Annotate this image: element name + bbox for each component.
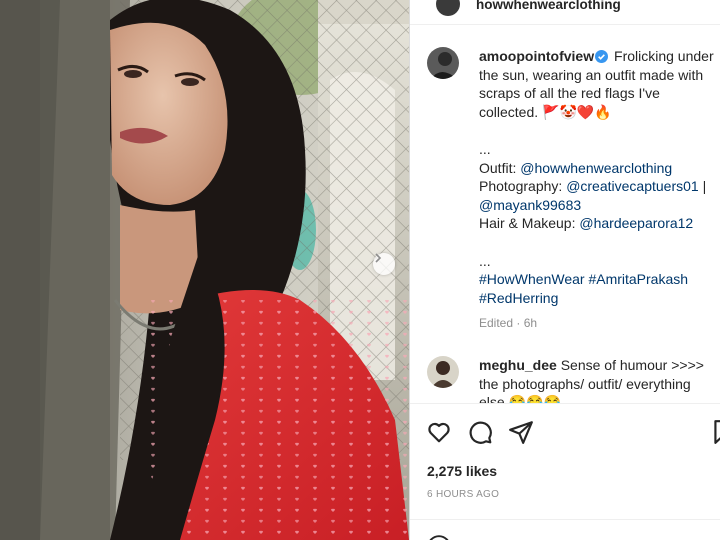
post-caption: amoopointofview Frolicking under the sun… xyxy=(479,47,719,307)
caption-avatar[interactable] xyxy=(427,47,459,79)
post-header: howwhenwearclothing xyxy=(410,0,720,25)
paper-plane-icon[interactable] xyxy=(508,419,534,445)
caption-dots-1: ... xyxy=(479,140,491,157)
caption-dots-2: ... xyxy=(479,252,491,269)
caption-edited-time: Edited · 6h xyxy=(479,316,538,330)
chevron-right-icon xyxy=(375,253,382,263)
comment-emojis: 😂😂😂 xyxy=(508,394,561,403)
heart-icon[interactable] xyxy=(426,419,452,445)
photographer-mention-link-2[interactable]: @mayank99683 xyxy=(479,197,581,213)
verified-badge-icon xyxy=(595,50,609,63)
post-image xyxy=(0,0,409,540)
hair-makeup-label: Hair & Makeup: xyxy=(479,215,576,232)
author-avatar[interactable] xyxy=(436,0,460,16)
hair-makeup-mention-link[interactable]: @hardeeparora12 xyxy=(579,215,693,231)
mention-separator: | xyxy=(702,178,707,195)
post-actions: 2,275 likes 6 HOURS AGO xyxy=(410,403,720,540)
outfit-label: Outfit: xyxy=(479,159,517,176)
caption-emojis: 🚩🤡❤️🔥 xyxy=(542,103,612,120)
comments-list: amoopointofview Frolicking under the sun… xyxy=(410,38,720,403)
likes-count[interactable]: 2,275 likes xyxy=(427,463,497,479)
post-side-panel: howwhenwearclothing amoopointofview Frol… xyxy=(409,0,720,540)
photography-label: Photography: xyxy=(479,178,563,195)
caption-hashtags[interactable]: #HowWhenWear #AmritaPrakash #RedHerring xyxy=(479,270,719,307)
add-comment-bar[interactable] xyxy=(410,519,720,540)
next-photo-button[interactable] xyxy=(373,253,395,275)
outfit-mention-link[interactable]: @howwhenwearclothing xyxy=(520,160,672,176)
post-photo xyxy=(0,0,409,540)
bookmark-icon[interactable] xyxy=(710,419,720,445)
author-username[interactable]: howwhenwearclothing xyxy=(476,0,621,12)
comment-item: meghu_dee Sense of humour >>>> the photo… xyxy=(479,356,719,403)
photographer-mention-link-1[interactable]: @creativecaptuers01 xyxy=(566,178,699,194)
caption-username[interactable]: amoopointofview xyxy=(479,48,594,64)
commenter-avatar[interactable] xyxy=(427,356,459,388)
commenter-username[interactable]: meghu_dee xyxy=(479,357,557,373)
post-time: 6 HOURS AGO xyxy=(427,489,500,500)
comment-bubble-icon[interactable] xyxy=(467,419,493,445)
emoji-icon[interactable] xyxy=(426,534,452,540)
